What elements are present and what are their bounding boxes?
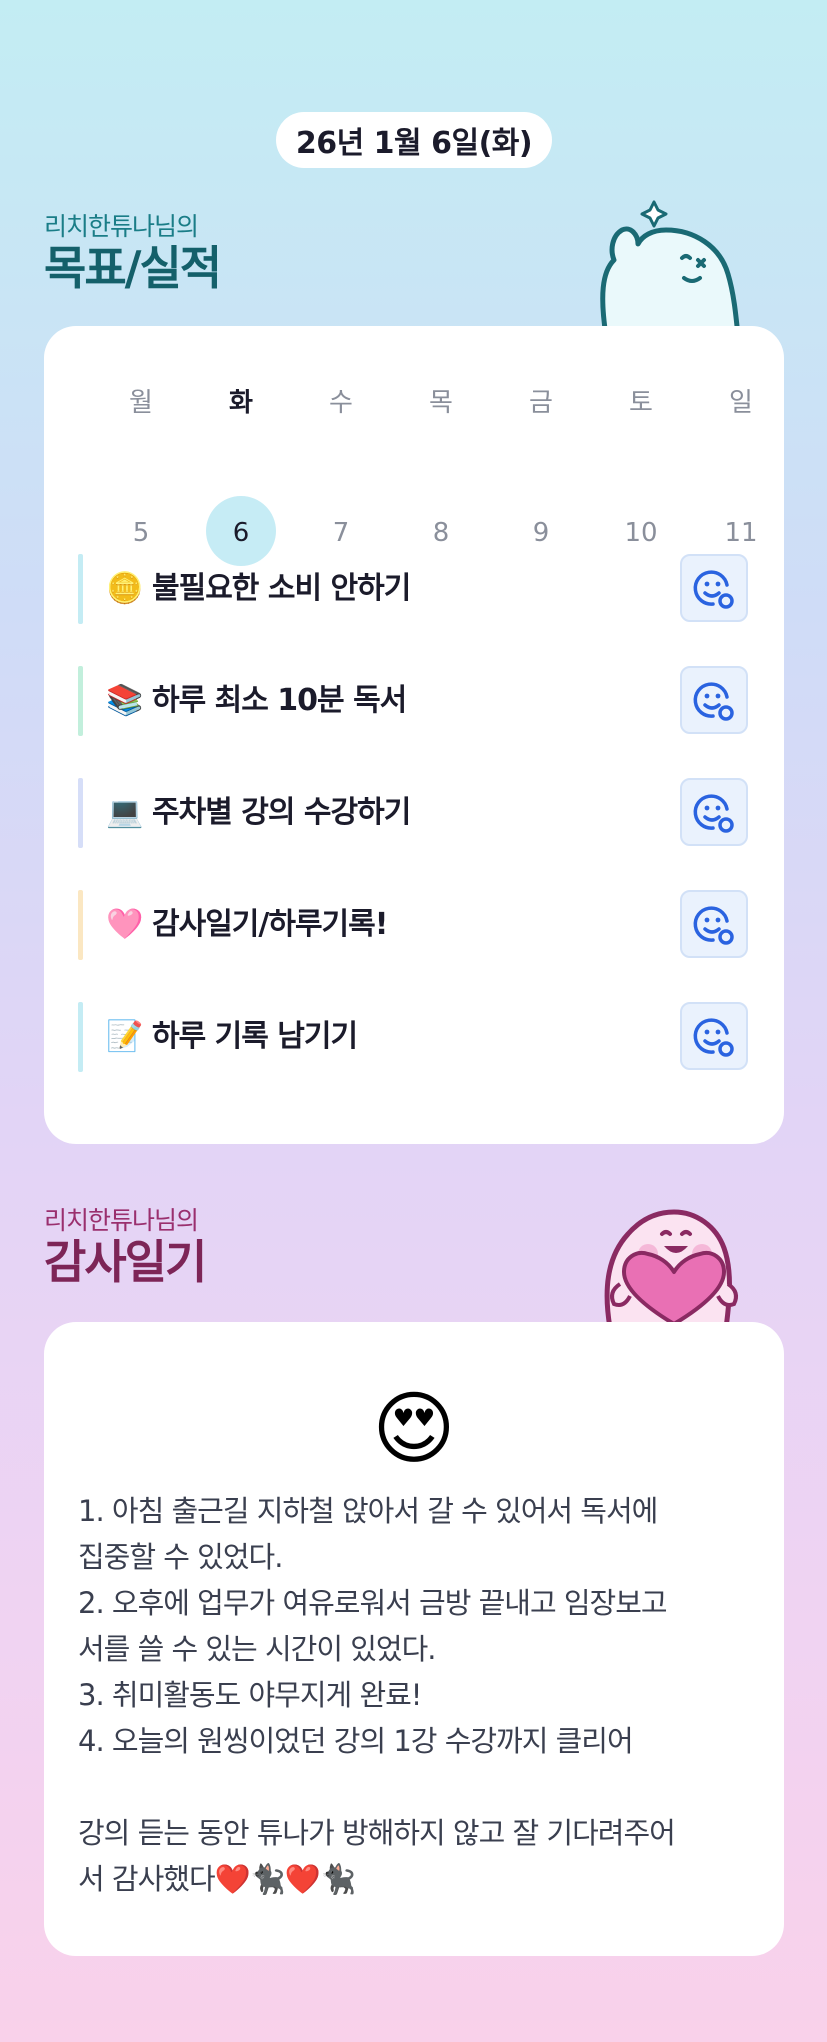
goal-color-bar [78,1002,83,1072]
date-cell[interactable]: 7 [306,518,376,548]
weekday-tue: 화 [229,388,253,418]
goal-label: 하루 기록 남기기 [152,1019,358,1054]
diary-section-title: 리치한튜나님의 감사일기 [44,1206,207,1289]
goal-color-bar [78,778,83,848]
date-cell[interactable]: 10 [606,518,676,548]
diary-line: 3. 취미활동도 야무지게 완료! [78,1678,422,1712]
diary-line: 강의 듣는 동안 튜나가 방해하지 않고 잘 기다려주어 [78,1816,676,1850]
date-cell[interactable]: 5 [106,518,176,548]
smile-check-icon[interactable] [680,554,748,622]
goal-emoji-icon: 📚 [106,683,144,718]
diary-text: 1. 아침 출근길 지하철 앉아서 갈 수 있어서 독서에집중할 수 있었다. 2… [78,1488,758,1902]
date-cell[interactable]: 11 [706,518,776,548]
weekday-sun: 일 [729,388,753,418]
diary-line: 서를 쓸 수 있는 시간이 있었다. [78,1632,436,1666]
date-cell[interactable]: 9 [506,518,576,548]
goal-label: 주차별 강의 수강하기 [152,795,411,830]
goal-label: 감사일기/하루기록! [152,907,388,942]
diary-section-owner: 리치한튜나님의 [44,1206,199,1235]
smile-check-icon[interactable] [680,778,748,846]
goal-item[interactable]: 📝 하루 기록 남기기 [78,1002,748,1072]
smile-check-icon[interactable] [680,1002,748,1070]
diary-section-heading: 감사일기 [44,1235,207,1289]
weekday-wed: 수 [329,388,353,418]
diary-card: 😍 1. 아침 출근길 지하철 앉아서 갈 수 있어서 독서에집중할 수 있었다… [44,1322,784,1956]
goal-emoji-icon: 🪙 [106,571,144,606]
weekday-fri: 금 [529,388,553,418]
goals-card: 월 화 수 목 금 토 일 5 6 7 8 9 10 11 🪙 불필요한 소비 안… [44,326,784,1144]
goal-color-bar [78,554,83,624]
goal-emoji-icon: 💻 [106,795,144,830]
goal-color-bar [78,666,83,736]
goal-label: 불필요한 소비 안하기 [152,571,411,606]
goal-emoji-icon: 📝 [106,1019,144,1054]
heart-eyes-emoji-icon: 😍 [372,1382,456,1475]
goals-section-title: 리치한튜나님의 목표/실적 [44,212,222,295]
goal-label: 하루 최소 10분 독서 [152,683,407,718]
goal-item[interactable]: 🪙 불필요한 소비 안하기 [78,554,748,624]
diary-line: 4. 오늘의 원씽이었던 강의 1강 수강까지 클리어 [78,1724,634,1758]
goal-item[interactable]: 🩷 감사일기/하루기록! [78,890,748,960]
mascot-heart-illustration [584,1188,754,1331]
date-cell[interactable]: 8 [406,518,476,548]
date-pill: 26년 1월 6일(화) [276,112,552,168]
smile-check-icon[interactable] [680,890,748,958]
date-cell-selected[interactable]: 6 [206,518,276,548]
diary-line: 집중할 수 있었다. [78,1540,283,1574]
diary-line: 서 감사했다❤️🐈‍⬛❤️🐈‍⬛ [78,1862,356,1896]
goals-section-heading: 목표/실적 [44,241,222,295]
mascot-thumbs-up-illustration [586,196,746,339]
weekday-thu: 목 [429,388,453,418]
goal-color-bar [78,890,83,960]
weekday-sat: 토 [629,388,653,418]
goal-item[interactable]: 📚 하루 최소 10분 독서 [78,666,748,736]
diary-line: 1. 아침 출근길 지하철 앉아서 갈 수 있어서 독서에 [78,1494,658,1528]
goals-section-owner: 리치한튜나님의 [44,212,199,241]
goal-emoji-icon: 🩷 [106,907,144,942]
diary-line: 2. 오후에 업무가 여유로워서 금방 끝내고 임장보고 [78,1586,668,1620]
smile-check-icon[interactable] [680,666,748,734]
diary-blank-line [78,1764,758,1810]
weekday-mon: 월 [129,388,153,418]
goal-item[interactable]: 💻 주차별 강의 수강하기 [78,778,748,848]
